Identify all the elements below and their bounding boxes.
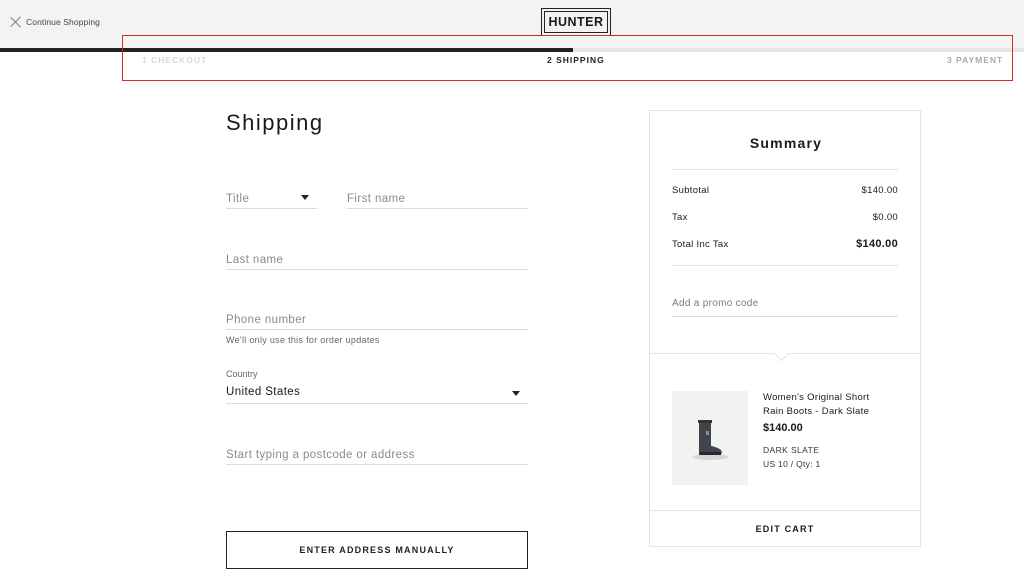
title-select-label: Title	[226, 193, 250, 205]
edit-cart-button[interactable]: EDIT CART	[650, 510, 920, 547]
first-name-placeholder: First name	[347, 193, 406, 205]
subtotal-value: $140.00	[861, 185, 898, 196]
rain-boot-icon	[692, 420, 728, 460]
phone-field[interactable]: Phone number	[226, 307, 528, 330]
last-name-field[interactable]: Last name	[226, 247, 528, 270]
order-summary-panel: Summary Subtotal $140.00 Tax $0.00 Total…	[649, 110, 921, 547]
promo-placeholder: Add a promo code	[672, 298, 759, 309]
address-placeholder: Start typing a postcode or address	[226, 449, 415, 461]
divider	[672, 265, 898, 266]
enter-address-manually-button[interactable]: ENTER ADDRESS MANUALLY	[226, 531, 528, 569]
first-name-field[interactable]: First name	[347, 186, 528, 209]
tax-row: Tax $0.00	[672, 212, 898, 223]
subtotal-label: Subtotal	[672, 185, 710, 196]
step-payment: 3 PAYMENT	[947, 55, 1004, 65]
product-size-qty: US 10 / Qty: 1	[763, 459, 821, 469]
country-label: Country	[226, 369, 258, 379]
continue-shopping-label: Continue Shopping	[26, 17, 101, 27]
phone-placeholder: Phone number	[226, 314, 307, 326]
divider	[672, 169, 898, 170]
close-icon	[10, 16, 22, 28]
brand-logo[interactable]: HUNTER	[541, 8, 611, 36]
divider-notch	[773, 345, 790, 362]
total-row: Total Inc Tax $140.00	[672, 238, 898, 250]
subtotal-row: Subtotal $140.00	[672, 185, 898, 196]
page-title: Shipping	[226, 110, 324, 135]
step-shipping: 2 SHIPPING	[547, 55, 605, 65]
total-value: $140.00	[856, 238, 898, 250]
step-checkout[interactable]: 1 CHECKOUT	[142, 55, 207, 65]
checkout-steps: 1 CHECKOUT 2 SHIPPING 3 PAYMENT	[0, 52, 1024, 70]
chevron-down-icon	[512, 391, 520, 396]
logo-text: HUNTER	[548, 15, 604, 29]
title-select[interactable]: Title	[226, 186, 317, 209]
chevron-down-icon	[301, 195, 309, 200]
tax-value: $0.00	[872, 212, 898, 223]
product-price: $140.00	[763, 422, 803, 434]
promo-code-input[interactable]: Add a promo code	[672, 298, 898, 317]
address-search-field[interactable]: Start typing a postcode or address	[226, 442, 528, 465]
product-name[interactable]: Women's Original Short Rain Boots - Dark…	[763, 391, 893, 419]
total-label: Total Inc Tax	[672, 239, 729, 250]
product-image[interactable]	[672, 391, 748, 485]
phone-hint: We'll only use this for order updates	[226, 335, 380, 345]
summary-title: Summary	[749, 135, 823, 151]
tax-label: Tax	[672, 212, 688, 223]
continue-shopping-link[interactable]: Continue Shopping	[10, 14, 100, 30]
product-color: DARK SLATE	[763, 445, 820, 455]
top-bar: Continue Shopping HUNTER	[0, 0, 1024, 52]
country-value: United States	[226, 386, 301, 398]
last-name-placeholder: Last name	[226, 254, 284, 266]
